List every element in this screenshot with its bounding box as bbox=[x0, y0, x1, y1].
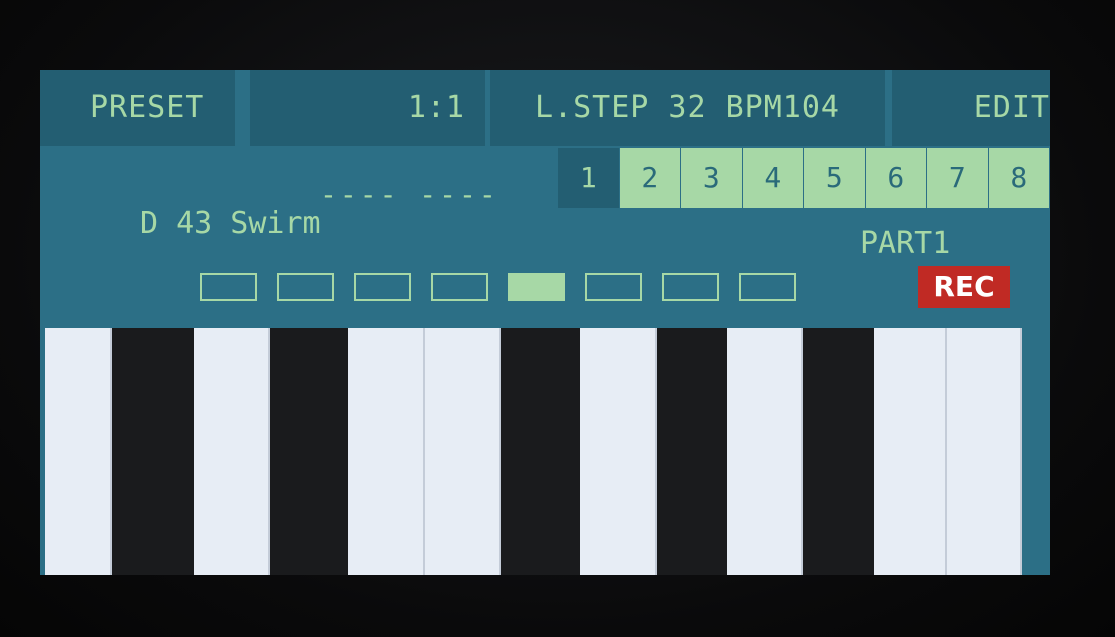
sound-name: D 43 Swirm bbox=[140, 206, 321, 241]
piano-key-black[interactable] bbox=[803, 328, 874, 575]
rec-button[interactable]: REC bbox=[918, 266, 1010, 308]
piano-key-black[interactable] bbox=[112, 328, 194, 575]
piano-key-white[interactable] bbox=[194, 328, 270, 575]
step-page-box[interactable] bbox=[354, 273, 411, 301]
step-page-indicator bbox=[200, 273, 816, 303]
piano-key-white[interactable] bbox=[580, 328, 657, 575]
step-page-box[interactable] bbox=[739, 273, 796, 301]
piano-keyboard bbox=[40, 328, 1050, 575]
step-page-box[interactable] bbox=[585, 273, 642, 301]
top-bar: PRESET 1:1 L.STEP 32 BPM104 EDIT bbox=[40, 70, 1050, 146]
step-page-box[interactable] bbox=[431, 273, 488, 301]
piano-key-white[interactable] bbox=[348, 328, 425, 575]
piano-key-black[interactable] bbox=[657, 328, 727, 575]
preset-button[interactable]: PRESET bbox=[40, 70, 235, 146]
track-button-6[interactable]: 6 bbox=[865, 148, 926, 208]
track-button-2[interactable]: 2 bbox=[619, 148, 680, 208]
piano-key-white[interactable] bbox=[947, 328, 1022, 575]
track-button-3[interactable]: 3 bbox=[681, 148, 742, 208]
track-panel: 1 2 3 4 5 6 7 8 ---- ---- D 43 Swirm PAR… bbox=[40, 148, 1050, 328]
piano-key-black[interactable] bbox=[501, 328, 580, 575]
step-bpm-readout: L.STEP 32 BPM104 bbox=[490, 70, 885, 146]
track-button-5[interactable]: 5 bbox=[804, 148, 865, 208]
track-button-8[interactable]: 8 bbox=[988, 148, 1049, 208]
step-page-box[interactable] bbox=[277, 273, 334, 301]
track-button-4[interactable]: 4 bbox=[742, 148, 803, 208]
piano-key-white[interactable] bbox=[45, 328, 112, 575]
piano-key-white[interactable] bbox=[425, 328, 501, 575]
piano-key-white[interactable] bbox=[874, 328, 947, 575]
pattern-dashes: ---- ---- bbox=[320, 178, 499, 211]
lcd-screen: PRESET 1:1 L.STEP 32 BPM104 EDIT 1 2 3 4… bbox=[40, 70, 1050, 575]
position-readout: 1:1 bbox=[250, 70, 485, 146]
step-page-box-active[interactable] bbox=[508, 273, 565, 301]
piano-key-white[interactable] bbox=[727, 328, 803, 575]
piano-key-black[interactable] bbox=[270, 328, 348, 575]
track-selector: 1 2 3 4 5 6 7 8 bbox=[558, 148, 1050, 208]
edit-button[interactable]: EDIT bbox=[892, 70, 1050, 146]
part-label: PART1 bbox=[860, 226, 951, 261]
step-page-box[interactable] bbox=[662, 273, 719, 301]
step-page-box[interactable] bbox=[200, 273, 257, 301]
track-button-1[interactable]: 1 bbox=[558, 148, 619, 208]
track-button-7[interactable]: 7 bbox=[927, 148, 988, 208]
